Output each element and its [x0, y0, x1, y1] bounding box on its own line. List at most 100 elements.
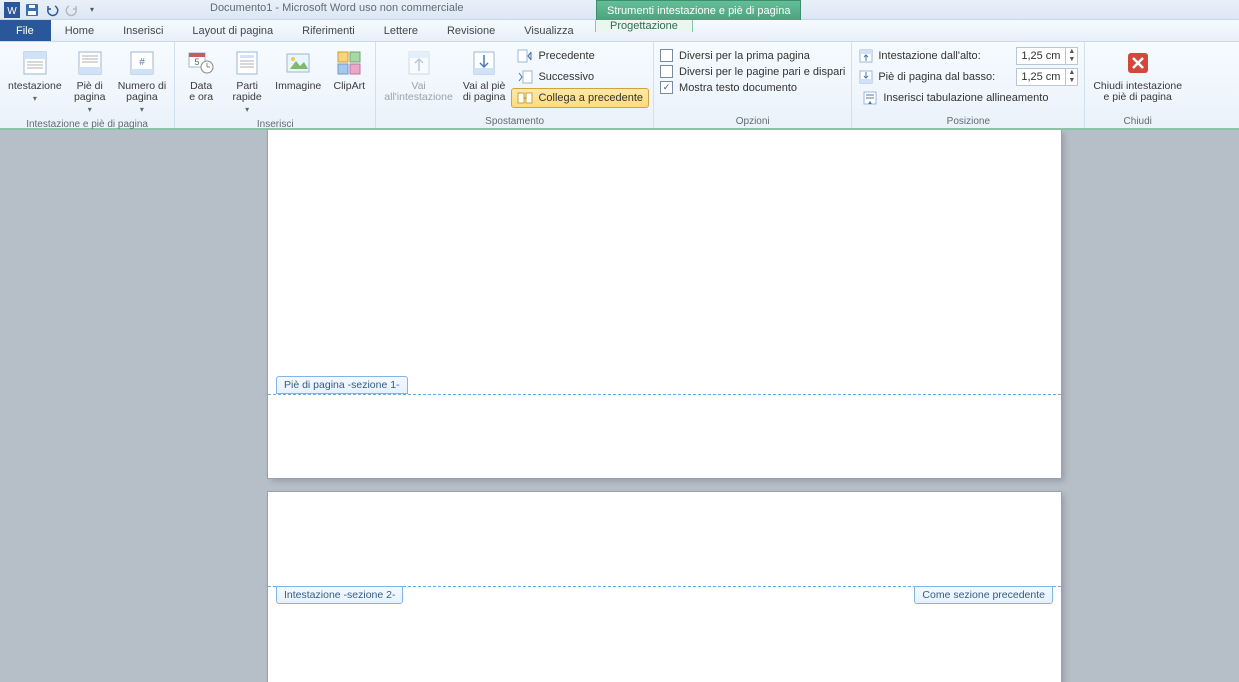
page-2[interactable]: Intestazione -sezione 2- Come sezione pr… — [268, 492, 1061, 682]
next-section-button[interactable]: Successivo — [511, 67, 649, 87]
header-from-top-label: Intestazione dall'alto: — [878, 50, 1012, 62]
go-to-footer-button[interactable]: Vai al piè di pagina — [459, 44, 510, 106]
same-as-previous-tag: Come sezione precedente — [914, 586, 1053, 604]
link-previous-label: Collega a precedente — [538, 92, 643, 104]
go-to-header-button: Vai all'intestazione — [380, 44, 457, 106]
link-to-previous-button[interactable]: Collega a precedente — [511, 88, 649, 108]
group-label: Opzioni — [658, 114, 847, 127]
go-footer-icon — [468, 47, 500, 79]
titlebar: W ▾ Documento1 - Microsoft Word uso non … — [0, 0, 1239, 20]
save-icon[interactable] — [24, 2, 40, 18]
date-time-label: Data e ora — [189, 81, 213, 103]
chevron-down-icon: ▾ — [245, 105, 249, 114]
spinner-down-icon[interactable]: ▼ — [1066, 77, 1077, 85]
quick-parts-label: Parti rapide — [233, 81, 262, 103]
go-header-icon — [403, 47, 435, 79]
group-label: Chiudi — [1089, 114, 1186, 127]
spinner-up-icon[interactable]: ▲ — [1066, 69, 1077, 77]
page-1[interactable]: Piè di pagina -sezione 1- — [268, 130, 1061, 478]
previous-icon — [517, 48, 533, 64]
alignment-tab-icon — [862, 90, 878, 106]
footer-button[interactable]: Piè di pagina ▾ — [68, 44, 112, 117]
footer-from-bottom-spinner[interactable]: ▲▼ — [1016, 68, 1078, 86]
tab-home[interactable]: Home — [51, 20, 109, 41]
footer-icon — [74, 47, 106, 79]
tab-letters[interactable]: Lettere — [370, 20, 433, 41]
group-close: Chiudi intestazione e piè di pagina Chiu… — [1085, 42, 1190, 128]
insert-alignment-tab-button[interactable]: Inserisci tabulazione allineamento — [856, 88, 1080, 108]
checkbox-icon — [660, 49, 673, 62]
previous-label: Precedente — [538, 50, 594, 62]
header-from-top-spinner[interactable]: ▲▼ — [1016, 47, 1078, 65]
svg-text:#: # — [139, 57, 145, 68]
quick-parts-button[interactable]: Parti rapide ▾ — [225, 44, 269, 117]
header-button[interactable]: ntestazione ▾ — [4, 44, 66, 106]
header-from-top-input[interactable] — [1017, 48, 1065, 64]
undo-icon[interactable] — [44, 2, 60, 18]
different-first-page-label: Diversi per la prima pagina — [679, 50, 810, 62]
quick-access-toolbar: W ▾ — [4, 2, 100, 18]
group-position: Intestazione dall'alto: ▲▼ Piè di pagina… — [852, 42, 1085, 128]
picture-button[interactable]: Immagine — [271, 44, 325, 95]
qat-customize-icon[interactable]: ▾ — [84, 2, 100, 18]
header-section-tag: Intestazione -sezione 2- — [276, 586, 403, 604]
close-header-footer-button[interactable]: Chiudi intestazione e piè di pagina — [1089, 44, 1186, 106]
quick-parts-icon — [231, 47, 263, 79]
page-number-label: Numero di pagina — [118, 81, 166, 103]
footer-bottom-icon — [858, 69, 874, 85]
clipart-label: ClipArt — [334, 81, 366, 92]
tab-references[interactable]: Riferimenti — [288, 20, 370, 41]
group-options: Diversi per la prima pagina Diversi per … — [654, 42, 852, 128]
tab-design[interactable]: Progettazione — [595, 20, 693, 32]
contextual-tab-label: Strumenti intestazione e piè di pagina — [596, 0, 801, 20]
ribbon-tabs: File Home Inserisci Layout di pagina Rif… — [0, 20, 1239, 42]
close-icon — [1122, 47, 1154, 79]
footer-section-tag: Piè di pagina -sezione 1- — [276, 376, 408, 394]
svg-text:W: W — [7, 6, 17, 17]
word-icon: W — [4, 2, 20, 18]
header-icon — [19, 47, 51, 79]
tab-review[interactable]: Revisione — [433, 20, 510, 41]
tab-file[interactable]: File — [0, 20, 51, 41]
ribbon: ntestazione ▾ Piè di pagina ▾ # Numero d… — [0, 42, 1239, 130]
clipart-button[interactable]: ClipArt — [327, 44, 371, 95]
document-canvas[interactable]: Piè di pagina -sezione 1- Intestazione -… — [0, 130, 1239, 682]
redo-icon[interactable] — [64, 2, 80, 18]
footer-from-bottom-input[interactable] — [1017, 69, 1065, 85]
group-label: Posizione — [856, 114, 1080, 127]
different-first-page-checkbox[interactable]: Diversi per la prima pagina — [658, 48, 847, 63]
chevron-down-icon: ▾ — [33, 94, 37, 103]
page-number-button[interactable]: # Numero di pagina ▾ — [114, 44, 170, 117]
header-top-icon — [858, 48, 874, 64]
group-navigation: Vai all'intestazione Vai al piè di pagin… — [376, 42, 654, 128]
tab-layout[interactable]: Layout di pagina — [178, 20, 288, 41]
go-header-label: Vai all'intestazione — [384, 81, 453, 103]
close-label: Chiudi intestazione e piè di pagina — [1093, 81, 1182, 103]
next-icon — [517, 69, 533, 85]
show-document-text-label: Mostra testo documento — [679, 82, 797, 94]
chevron-down-icon: ▾ — [88, 105, 92, 114]
date-time-button[interactable]: 5 Data e ora — [179, 44, 223, 106]
spinner-up-icon[interactable]: ▲ — [1066, 48, 1077, 56]
next-label: Successivo — [538, 71, 594, 83]
insert-alignment-tab-label: Inserisci tabulazione allineamento — [883, 92, 1048, 104]
previous-section-button[interactable]: Precedente — [511, 46, 649, 66]
different-odd-even-label: Diversi per le pagine pari e dispari — [679, 66, 845, 78]
group-header-footer: ntestazione ▾ Piè di pagina ▾ # Numero d… — [0, 42, 175, 128]
group-label: Intestazione e piè di pagina — [4, 117, 170, 130]
group-label: Inserisci — [179, 117, 371, 130]
tab-insert[interactable]: Inserisci — [109, 20, 178, 41]
tab-view[interactable]: Visualizza — [510, 20, 588, 41]
go-footer-label: Vai al piè di pagina — [463, 81, 506, 103]
footer-from-bottom-label: Piè di pagina dal basso: — [878, 71, 1012, 83]
window-title: Documento1 - Microsoft Word uso non comm… — [210, 2, 464, 14]
svg-text:5: 5 — [195, 57, 200, 67]
date-time-icon: 5 — [185, 47, 217, 79]
clipart-icon — [333, 47, 365, 79]
show-document-text-checkbox[interactable]: ✓ Mostra testo documento — [658, 80, 847, 95]
footer-boundary-line — [268, 394, 1061, 395]
spinner-down-icon[interactable]: ▼ — [1066, 56, 1077, 64]
different-odd-even-checkbox[interactable]: Diversi per le pagine pari e dispari — [658, 64, 847, 79]
picture-label: Immagine — [275, 81, 321, 92]
footer-label: Piè di pagina — [74, 81, 106, 103]
